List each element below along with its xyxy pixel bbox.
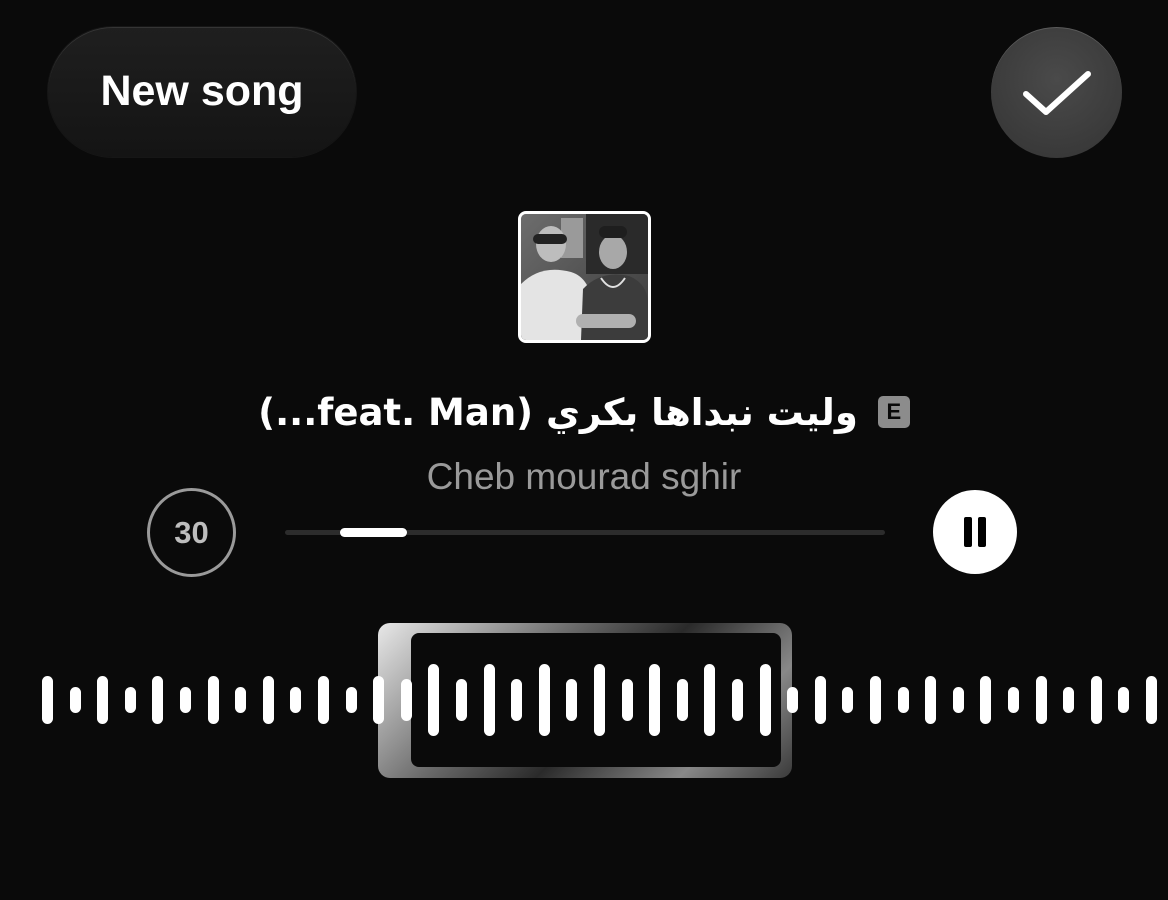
waveform-bar <box>262 676 274 724</box>
waveform-bar <box>1008 687 1019 713</box>
waveform-bar <box>235 687 247 713</box>
waveform-bar <box>842 687 854 713</box>
song-title: ولیت نبداها بكري (feat. Man...) <box>258 390 858 434</box>
waveform-bar <box>1146 676 1157 724</box>
waveform-bar <box>621 679 633 721</box>
waveform-bar <box>400 679 412 721</box>
waveform-bar <box>456 679 467 721</box>
waveform-bar <box>511 679 523 721</box>
waveform-bar <box>483 664 495 736</box>
new-song-label: New song <box>100 66 304 115</box>
waveform-bar <box>69 687 81 713</box>
waveform[interactable] <box>0 620 1168 780</box>
waveform-bar <box>704 664 716 736</box>
waveform-bar <box>1035 676 1047 724</box>
waveform-bar <box>566 679 578 721</box>
waveform-bar <box>180 687 191 713</box>
waveform-bar <box>787 687 799 713</box>
new-song-button[interactable]: New song <box>48 27 356 157</box>
album-cover <box>518 211 651 343</box>
waveform-bar <box>814 676 826 724</box>
clip-duration-label: 30 <box>174 514 209 550</box>
waveform-bar <box>152 676 164 724</box>
waveform-bar <box>1063 687 1075 713</box>
clip-duration-button[interactable]: 30 <box>147 488 236 577</box>
pause-button[interactable] <box>933 490 1017 574</box>
album-cover-photo <box>521 214 648 340</box>
waveform-bar <box>732 679 743 721</box>
waveform-bar <box>649 664 661 736</box>
waveform-bar <box>1090 676 1102 724</box>
waveform-bar <box>373 676 385 724</box>
waveform-bar <box>97 676 109 724</box>
waveform-bar <box>428 664 440 736</box>
waveform-bar <box>345 687 357 713</box>
explicit-badge: E <box>877 396 910 428</box>
waveform-bar <box>676 679 688 721</box>
waveform-bar <box>318 676 329 724</box>
waveform-bar <box>759 664 771 736</box>
waveform-bar <box>897 687 909 713</box>
waveform-bar <box>952 687 964 713</box>
waveform-bar <box>538 664 550 736</box>
waveform-bar <box>1118 687 1130 713</box>
waveform-bar <box>870 676 881 724</box>
waveform-bar <box>42 676 53 724</box>
waveform-bar <box>980 676 992 724</box>
progress-fill <box>340 528 407 537</box>
waveform-bar <box>124 687 136 713</box>
track-title-row: ولیت نبداها بكري (feat. Man...) E <box>0 386 1168 438</box>
waveform-bar <box>207 676 219 724</box>
waveform-bar <box>290 687 302 713</box>
waveform-bar <box>925 676 937 724</box>
music-clip-editor: New song ولیت نبداها بكري (feat. Man...)… <box>0 0 1168 900</box>
waveform-bar <box>594 664 605 736</box>
checkmark-icon <box>1022 70 1091 115</box>
confirm-button[interactable] <box>991 27 1122 158</box>
pause-icon <box>961 517 989 547</box>
